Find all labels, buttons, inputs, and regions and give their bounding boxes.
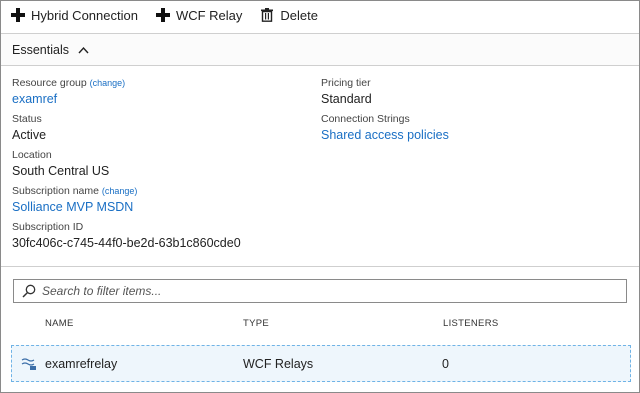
shared-access-policies-link[interactable]: Shared access policies: [321, 126, 611, 148]
hybrid-connection-label: Hybrid Connection: [31, 7, 138, 23]
status-value: Active: [12, 128, 47, 142]
delete-button[interactable]: Delete: [260, 4, 318, 26]
plus-icon: [155, 8, 170, 22]
add-hybrid-connection-button[interactable]: Hybrid Connection: [11, 4, 138, 26]
status-label: Status: [12, 113, 42, 125]
subscription-name-link[interactable]: Solliance MVP MSDN: [12, 198, 302, 220]
essentials-toggle[interactable]: Essentials: [1, 33, 639, 66]
section-divider: [1, 266, 639, 267]
command-bar: Hybrid Connection WCF Relay Delete: [1, 1, 639, 29]
resource-group-link[interactable]: examref: [12, 90, 302, 112]
table-row[interactable]: examrefrelay WCF Relays 0: [11, 345, 631, 382]
column-header-name[interactable]: NAME: [45, 318, 74, 329]
search-icon: [22, 284, 36, 298]
essentials-right-column: Pricing tier Standard Connection Strings…: [321, 76, 611, 148]
subscription-name-label: Subscription name (change): [12, 185, 138, 197]
add-wcf-relay-button[interactable]: WCF Relay: [155, 4, 243, 26]
delete-label: Delete: [280, 7, 318, 23]
connection-strings-label: Connection Strings: [321, 113, 410, 125]
pricing-tier-value: Standard: [321, 92, 372, 106]
subscription-id-label: Subscription ID: [12, 221, 84, 233]
resource-group-change-link[interactable]: (change): [90, 78, 126, 88]
pricing-tier-label: Pricing tier: [321, 77, 371, 89]
subscription-id-value: 30fc406c-c745-44f0-be2d-63b1c860cde0: [12, 236, 241, 250]
essentials-left-column: Resource group (change) examref Status A…: [12, 76, 302, 256]
filter-input[interactable]: [42, 284, 622, 298]
resource-group-label: Resource group (change): [12, 77, 126, 89]
table-header: NAME TYPE LISTENERS: [1, 316, 639, 332]
row-name: examrefrelay: [45, 357, 118, 371]
trash-icon: [260, 8, 274, 22]
subscription-change-link[interactable]: (change): [102, 186, 138, 196]
chevron-up-icon: [78, 46, 89, 54]
location-label: Location: [12, 149, 52, 161]
column-header-type[interactable]: TYPE: [243, 318, 269, 329]
plus-icon: [11, 8, 25, 22]
location-value: South Central US: [12, 164, 110, 178]
row-type: WCF Relays: [243, 357, 314, 371]
row-listeners: 0: [442, 357, 449, 371]
column-header-listeners[interactable]: LISTENERS: [443, 318, 499, 329]
relay-icon: [21, 357, 37, 371]
essentials-title: Essentials: [12, 42, 69, 57]
wcf-relay-label: WCF Relay: [175, 7, 243, 23]
filter-search-box[interactable]: [13, 279, 627, 303]
